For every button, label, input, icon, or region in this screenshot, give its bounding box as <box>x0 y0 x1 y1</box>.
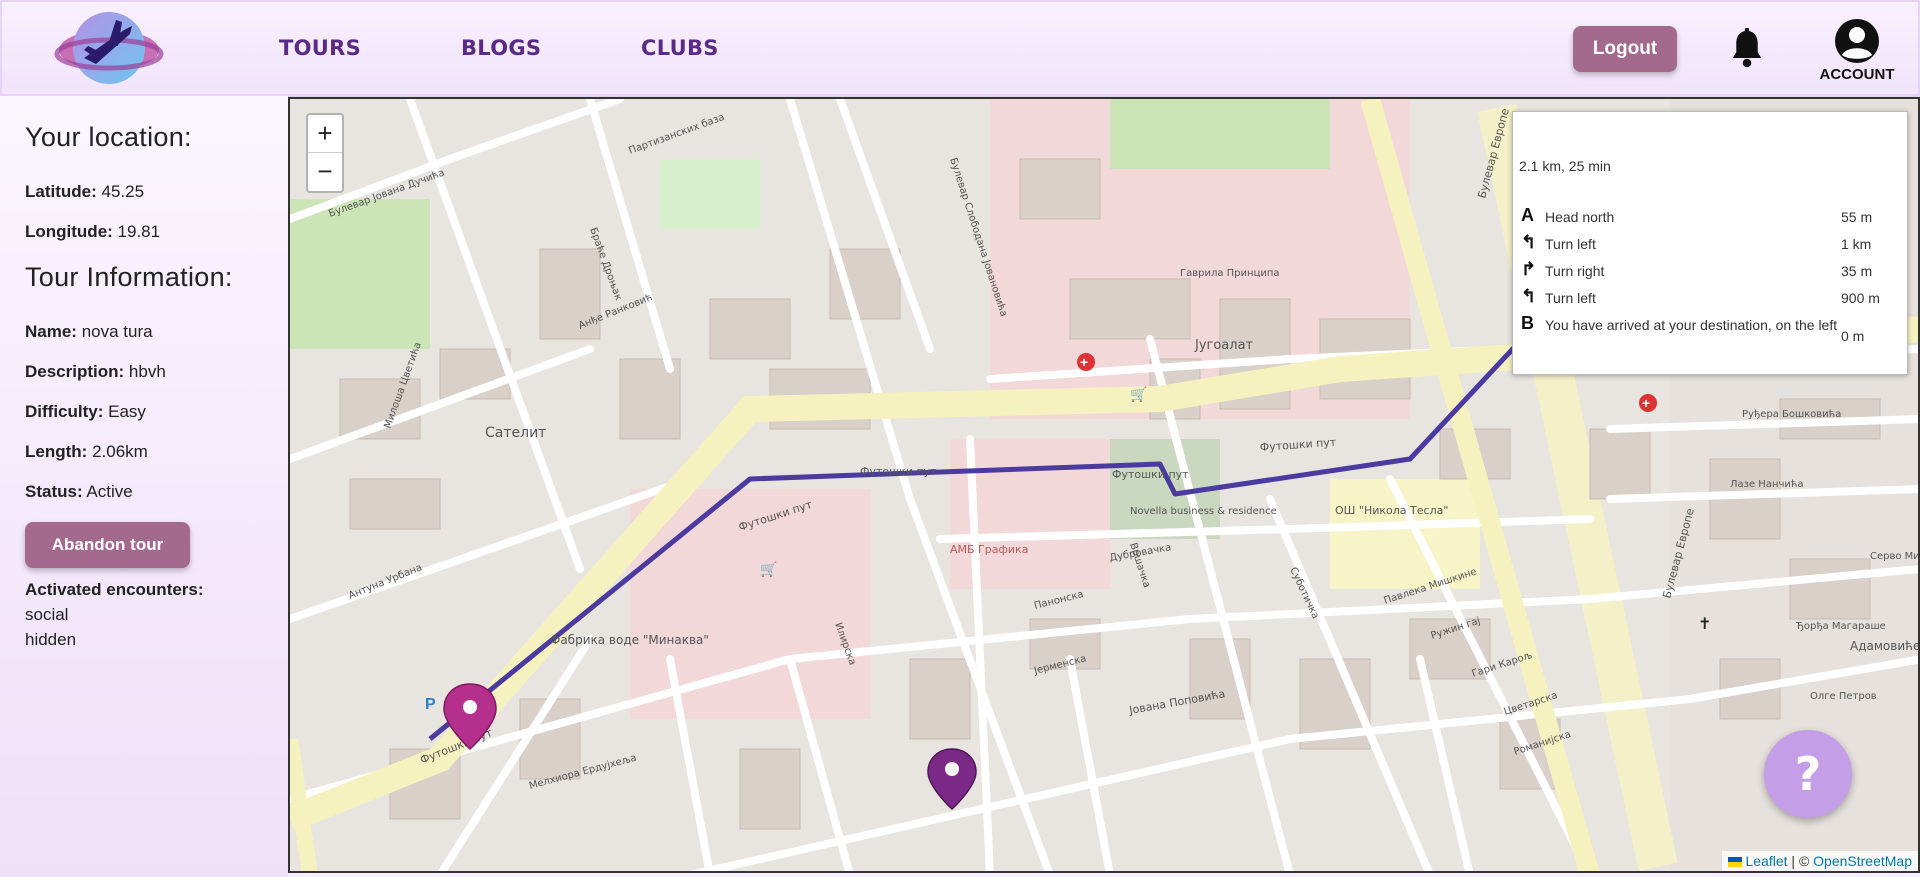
encounter-item: hidden <box>25 630 77 649</box>
street-label: Гаврила Принципа <box>1180 268 1280 279</box>
instruction-row[interactable]: B You have arrived at your destination, … <box>1521 314 1901 347</box>
street-label: Серво Ми <box>1870 551 1920 562</box>
account-icon <box>1835 19 1879 63</box>
street-label: Ђорђа Магараше <box>1795 620 1886 632</box>
street-label: Руђера Бошковића <box>1742 408 1841 420</box>
top-navbar: TOURS BLOGS CLUBS Logout ACCOUNT <box>0 0 1920 96</box>
nav-blogs[interactable]: BLOGS <box>461 36 541 60</box>
length-label: Length: <box>25 442 88 461</box>
map-view[interactable]: Футошки пут Футошки пут Футошки пут Футо… <box>288 97 1920 873</box>
street-label: Футошки пут <box>860 465 937 478</box>
difficulty-value: Easy <box>108 402 146 421</box>
route-summary: 2.1 km, 25 min <box>1519 158 1611 174</box>
difficulty-label: Difficulty: <box>25 402 104 421</box>
length-row: Length: 2.06km <box>25 442 148 462</box>
svg-text:P: P <box>425 696 436 713</box>
street-label: Сателит <box>485 425 546 441</box>
description-row: Description: hbvh <box>25 362 166 382</box>
routing-instructions-panel[interactable]: 2.1 km, 25 min A Head north 55 m ↰ Turn … <box>1512 111 1908 375</box>
instruction-row[interactable]: ↱ Turn right 35 m <box>1521 260 1901 282</box>
destination-icon: B <box>1521 313 1534 333</box>
instruction-text: Turn left <box>1545 236 1596 252</box>
instruction-distance: 55 m <box>1841 209 1873 225</box>
openstreetmap-link[interactable]: OpenStreetMap <box>1813 853 1912 869</box>
description-value: hbvh <box>128 362 166 381</box>
location-heading: Your location: <box>25 122 192 152</box>
turn-right-icon: ↱ <box>1521 259 1537 279</box>
description-label: Description: <box>25 362 125 381</box>
street-label: Футошки пут <box>1112 468 1189 481</box>
svg-text:✝: ✝ <box>1698 616 1711 633</box>
logout-button[interactable]: Logout <box>1573 26 1677 72</box>
instruction-text: Turn right <box>1545 263 1605 279</box>
leaflet-link[interactable]: Leaflet <box>1745 853 1787 869</box>
account-menu[interactable]: ACCOUNT <box>1814 18 1900 84</box>
street-label: Фабрика воде "Минаква" <box>550 633 709 647</box>
turn-left-icon: ↰ <box>1521 286 1537 306</box>
street-label: Олге Петров <box>1810 691 1877 702</box>
start-icon: A <box>1521 205 1534 225</box>
status-value: Active <box>86 482 133 501</box>
bell-icon[interactable] <box>1729 28 1765 68</box>
status-label: Status: <box>25 482 83 501</box>
help-button[interactable]: ? <box>1764 730 1852 818</box>
street-label: АМБ Графика <box>950 543 1028 556</box>
account-label: ACCOUNT <box>1819 66 1895 83</box>
tour-sidebar: Your location: Latitude: 45.25 Longitude… <box>0 96 288 877</box>
encounters-label: Activated encounters: <box>25 580 204 599</box>
street-label: Југоалат <box>1194 338 1254 353</box>
instruction-distance: 35 m <box>1841 263 1873 279</box>
zoom-control: + − <box>306 113 344 193</box>
name-value: nova tura <box>81 322 153 341</box>
longitude-label: Longitude: <box>25 222 113 241</box>
instruction-text: You have arrived at your destination, on… <box>1545 317 1838 333</box>
abandon-tour-button[interactable]: Abandon tour <box>25 522 190 568</box>
street-label: Адамовиће насеље <box>1850 639 1920 653</box>
instruction-distance: 0 m <box>1841 328 1865 344</box>
longitude-value: 19.81 <box>117 222 161 241</box>
instruction-distance: 900 m <box>1841 290 1880 306</box>
street-label: Novella business & residence <box>1130 506 1277 517</box>
latitude-value: 45.25 <box>101 182 145 201</box>
length-value: 2.06km <box>92 442 148 461</box>
street-label: Лазе Нанчића <box>1730 478 1804 490</box>
instruction-row[interactable]: ↰ Turn left 1 km <box>1521 233 1901 255</box>
instruction-distance: 1 km <box>1841 236 1872 252</box>
instruction-text: Turn left <box>1545 290 1596 306</box>
difficulty-row: Difficulty: Easy <box>25 402 146 422</box>
nav-clubs[interactable]: CLUBS <box>641 36 719 60</box>
tour-info-heading: Tour Information: <box>25 262 233 292</box>
nav-tours[interactable]: TOURS <box>279 36 361 60</box>
name-label: Name: <box>25 322 77 341</box>
status-row: Status: Active <box>25 482 133 502</box>
map-attribution: Leaflet | © OpenStreetMap <box>1722 851 1918 871</box>
zoom-out-button[interactable]: − <box>308 153 342 191</box>
instruction-row[interactable]: ↰ Turn left 900 m <box>1521 287 1901 309</box>
encounter-item: social <box>25 605 69 624</box>
zoom-in-button[interactable]: + <box>308 115 342 153</box>
longitude-row: Longitude: 19.81 <box>25 222 160 242</box>
instruction-text: Head north <box>1545 209 1615 225</box>
latitude-row: Latitude: 45.25 <box>25 182 144 202</box>
name-row: Name: nova tura <box>25 322 153 342</box>
street-label: ОШ "Никола Тесла" <box>1335 504 1448 517</box>
svg-text:🛒: 🛒 <box>760 561 777 578</box>
logo[interactable] <box>54 6 164 90</box>
latitude-label: Latitude: <box>25 182 97 201</box>
turn-left-icon: ↰ <box>1521 232 1537 252</box>
attribution-separator: | © <box>1787 853 1814 869</box>
svg-text:🛒: 🛒 <box>1130 386 1147 403</box>
svg-text:+: + <box>1642 395 1650 411</box>
instruction-row[interactable]: A Head north 55 m <box>1521 206 1901 228</box>
svg-text:+: + <box>1080 354 1088 370</box>
ukraine-flag-icon <box>1728 857 1743 868</box>
